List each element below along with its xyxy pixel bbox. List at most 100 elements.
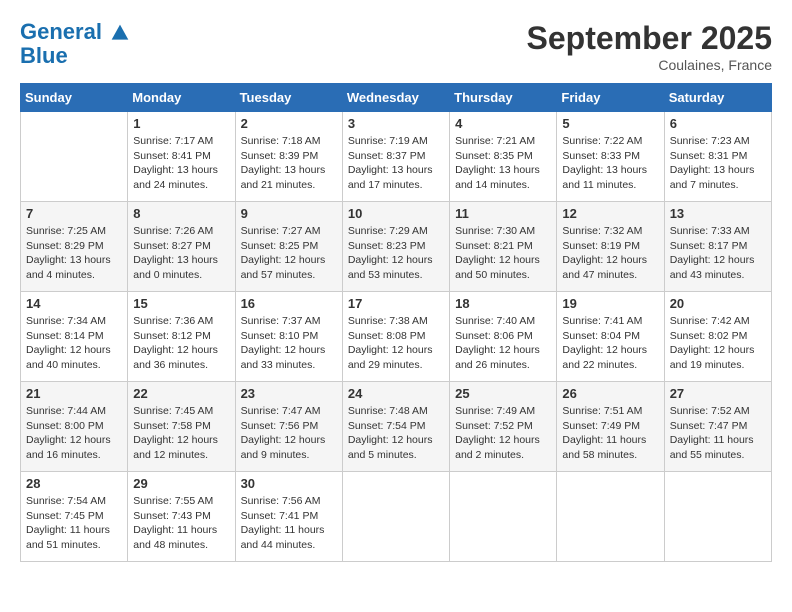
week-row-4: 21 Sunrise: 7:44 AMSunset: 8:00 PMDayligh… [21, 382, 772, 472]
day-number: 2 [241, 116, 337, 131]
day-number: 22 [133, 386, 229, 401]
weekday-header-thursday: Thursday [450, 84, 557, 112]
day-info: Sunrise: 7:18 AMSunset: 8:39 PMDaylight:… [241, 134, 337, 193]
day-cell [450, 472, 557, 562]
location: Coulaines, France [527, 57, 772, 73]
calendar-table: SundayMondayTuesdayWednesdayThursdayFrid… [20, 83, 772, 562]
day-cell: 5 Sunrise: 7:22 AMSunset: 8:33 PMDaylight… [557, 112, 664, 202]
day-info: Sunrise: 7:55 AMSunset: 7:43 PMDaylight:… [133, 494, 229, 553]
weekday-header-row: SundayMondayTuesdayWednesdayThursdayFrid… [21, 84, 772, 112]
day-number: 17 [348, 296, 444, 311]
day-number: 6 [670, 116, 766, 131]
day-cell: 24 Sunrise: 7:48 AMSunset: 7:54 PMDayligh… [342, 382, 449, 472]
day-number: 13 [670, 206, 766, 221]
day-cell: 11 Sunrise: 7:30 AMSunset: 8:21 PMDayligh… [450, 202, 557, 292]
day-info: Sunrise: 7:30 AMSunset: 8:21 PMDaylight:… [455, 224, 551, 283]
day-info: Sunrise: 7:49 AMSunset: 7:52 PMDaylight:… [455, 404, 551, 463]
day-number: 14 [26, 296, 122, 311]
weekday-header-friday: Friday [557, 84, 664, 112]
logo-text: General Blue [20, 20, 130, 68]
day-info: Sunrise: 7:48 AMSunset: 7:54 PMDaylight:… [348, 404, 444, 463]
day-cell: 13 Sunrise: 7:33 AMSunset: 8:17 PMDayligh… [664, 202, 771, 292]
day-cell: 2 Sunrise: 7:18 AMSunset: 8:39 PMDaylight… [235, 112, 342, 202]
day-info: Sunrise: 7:44 AMSunset: 8:00 PMDaylight:… [26, 404, 122, 463]
day-info: Sunrise: 7:33 AMSunset: 8:17 PMDaylight:… [670, 224, 766, 283]
day-cell: 17 Sunrise: 7:38 AMSunset: 8:08 PMDayligh… [342, 292, 449, 382]
day-cell: 1Sunrise: 7:17 AMSunset: 8:41 PMDaylight… [128, 112, 235, 202]
day-cell: 4 Sunrise: 7:21 AMSunset: 8:35 PMDaylight… [450, 112, 557, 202]
day-cell: 30 Sunrise: 7:56 AMSunset: 7:41 PMDayligh… [235, 472, 342, 562]
day-info: Sunrise: 7:21 AMSunset: 8:35 PMDaylight:… [455, 134, 551, 193]
day-info: Sunrise: 7:41 AMSunset: 8:04 PMDaylight:… [562, 314, 658, 373]
day-info: Sunrise: 7:45 AMSunset: 7:58 PMDaylight:… [133, 404, 229, 463]
day-cell: 19Sunrise: 7:41 AMSunset: 8:04 PMDayligh… [557, 292, 664, 382]
day-number: 5 [562, 116, 658, 131]
weekday-header-monday: Monday [128, 84, 235, 112]
day-info: Sunrise: 7:27 AMSunset: 8:25 PMDaylight:… [241, 224, 337, 283]
day-number: 27 [670, 386, 766, 401]
day-cell: 3Sunrise: 7:19 AMSunset: 8:37 PMDaylight… [342, 112, 449, 202]
day-number: 30 [241, 476, 337, 491]
day-info: Sunrise: 7:42 AMSunset: 8:02 PMDaylight:… [670, 314, 766, 373]
day-number: 9 [241, 206, 337, 221]
day-cell: 28Sunrise: 7:54 AMSunset: 7:45 PMDayligh… [21, 472, 128, 562]
day-number: 16 [241, 296, 337, 311]
day-info: Sunrise: 7:56 AMSunset: 7:41 PMDaylight:… [241, 494, 337, 553]
page-header: General Blue September 2025 Coulaines, F… [20, 20, 772, 73]
day-cell: 8 Sunrise: 7:26 AMSunset: 8:27 PMDaylight… [128, 202, 235, 292]
day-number: 12 [562, 206, 658, 221]
day-number: 23 [241, 386, 337, 401]
day-info: Sunrise: 7:32 AMSunset: 8:19 PMDaylight:… [562, 224, 658, 283]
day-number: 8 [133, 206, 229, 221]
day-number: 11 [455, 206, 551, 221]
day-cell: 27 Sunrise: 7:52 AMSunset: 7:47 PMDayligh… [664, 382, 771, 472]
day-number: 18 [455, 296, 551, 311]
week-row-5: 28Sunrise: 7:54 AMSunset: 7:45 PMDayligh… [21, 472, 772, 562]
day-cell: 12 Sunrise: 7:32 AMSunset: 8:19 PMDayligh… [557, 202, 664, 292]
day-cell: 14 Sunrise: 7:34 AMSunset: 8:14 PMDayligh… [21, 292, 128, 382]
day-cell: 6 Sunrise: 7:23 AMSunset: 8:31 PMDaylight… [664, 112, 771, 202]
week-row-2: 7Sunrise: 7:25 AMSunset: 8:29 PMDaylight… [21, 202, 772, 292]
day-number: 20 [670, 296, 766, 311]
day-info: Sunrise: 7:26 AMSunset: 8:27 PMDaylight:… [133, 224, 229, 283]
weekday-header-tuesday: Tuesday [235, 84, 342, 112]
week-row-3: 14 Sunrise: 7:34 AMSunset: 8:14 PMDayligh… [21, 292, 772, 382]
day-number: 29 [133, 476, 229, 491]
day-number: 25 [455, 386, 551, 401]
day-cell: 20 Sunrise: 7:42 AMSunset: 8:02 PMDayligh… [664, 292, 771, 382]
day-info: Sunrise: 7:36 AMSunset: 8:12 PMDaylight:… [133, 314, 229, 373]
day-cell [557, 472, 664, 562]
day-number: 21 [26, 386, 122, 401]
day-number: 4 [455, 116, 551, 131]
day-info: Sunrise: 7:22 AMSunset: 8:33 PMDaylight:… [562, 134, 658, 193]
day-number: 3 [348, 116, 444, 131]
day-cell [664, 472, 771, 562]
weekday-header-saturday: Saturday [664, 84, 771, 112]
day-info: Sunrise: 7:29 AMSunset: 8:23 PMDaylight:… [348, 224, 444, 283]
day-cell: 18Sunrise: 7:40 AMSunset: 8:06 PMDayligh… [450, 292, 557, 382]
day-info: Sunrise: 7:34 AMSunset: 8:14 PMDaylight:… [26, 314, 122, 373]
day-info: Sunrise: 7:38 AMSunset: 8:08 PMDaylight:… [348, 314, 444, 373]
day-cell: 22 Sunrise: 7:45 AMSunset: 7:58 PMDayligh… [128, 382, 235, 472]
day-info: Sunrise: 7:54 AMSunset: 7:45 PMDaylight:… [26, 494, 122, 553]
day-cell: 10Sunrise: 7:29 AMSunset: 8:23 PMDayligh… [342, 202, 449, 292]
weekday-header-sunday: Sunday [21, 84, 128, 112]
day-info: Sunrise: 7:37 AMSunset: 8:10 PMDaylight:… [241, 314, 337, 373]
day-number: 1 [133, 116, 229, 131]
day-cell: 15Sunrise: 7:36 AMSunset: 8:12 PMDayligh… [128, 292, 235, 382]
day-cell: 26Sunrise: 7:51 AMSunset: 7:49 PMDayligh… [557, 382, 664, 472]
day-number: 24 [348, 386, 444, 401]
day-cell [21, 112, 128, 202]
day-info: Sunrise: 7:23 AMSunset: 8:31 PMDaylight:… [670, 134, 766, 193]
day-cell: 9 Sunrise: 7:27 AMSunset: 8:25 PMDaylight… [235, 202, 342, 292]
day-cell [342, 472, 449, 562]
month-title: September 2025 [527, 20, 772, 57]
day-info: Sunrise: 7:52 AMSunset: 7:47 PMDaylight:… [670, 404, 766, 463]
day-cell: 23 Sunrise: 7:47 AMSunset: 7:56 PMDayligh… [235, 382, 342, 472]
day-cell: 29 Sunrise: 7:55 AMSunset: 7:43 PMDayligh… [128, 472, 235, 562]
day-info: Sunrise: 7:47 AMSunset: 7:56 PMDaylight:… [241, 404, 337, 463]
day-cell: 21 Sunrise: 7:44 AMSunset: 8:00 PMDayligh… [21, 382, 128, 472]
weekday-header-wednesday: Wednesday [342, 84, 449, 112]
day-cell: 7Sunrise: 7:25 AMSunset: 8:29 PMDaylight… [21, 202, 128, 292]
day-info: Sunrise: 7:51 AMSunset: 7:49 PMDaylight:… [562, 404, 658, 463]
